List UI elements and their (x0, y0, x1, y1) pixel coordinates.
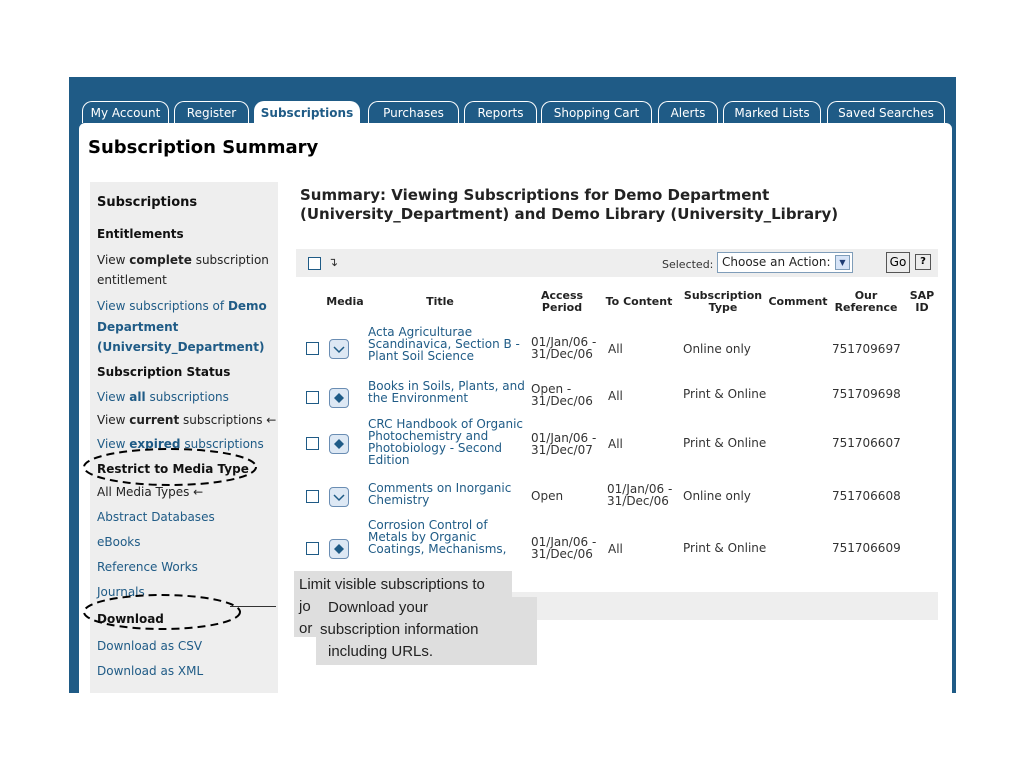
row-access-period: Open -31/Dec/06 (531, 382, 593, 408)
journal-icon (329, 339, 349, 359)
status-heading: Subscription Status (97, 365, 231, 379)
row-subscription-type: Print & Online (683, 387, 767, 401)
header-subscription-type: Subscription Type (683, 289, 763, 314)
media-type-heading: Restrict to Media Type (97, 462, 249, 476)
view-complete-link[interactable]: View complete subscription (97, 253, 269, 267)
tab-reports[interactable]: Reports (464, 101, 537, 123)
row-checkbox[interactable] (306, 437, 319, 450)
header-to-content: To Content (605, 295, 673, 308)
tab-my-account[interactable]: My Account (82, 101, 169, 123)
row-to-content: All (608, 342, 623, 356)
download-csv-link[interactable]: Download as CSV (97, 639, 202, 653)
row-checkbox[interactable] (306, 490, 319, 503)
sidebar-heading: Subscriptions (97, 195, 198, 210)
view-complete-link-cont[interactable]: entitlement (97, 273, 167, 287)
header-access-period: Access Period (540, 289, 584, 314)
row-title-link[interactable]: Corrosion Control of Metals by Organic Coa… (368, 519, 506, 555)
selected-label: Selected: (662, 258, 714, 271)
journal-icon (329, 487, 349, 507)
tab-purchases[interactable]: Purchases (368, 101, 459, 123)
media-journals-link[interactable]: Journals (97, 585, 145, 599)
header-title: Title (426, 295, 454, 308)
row-access-period: 01/Jan/06 -31/Dec/06 (531, 535, 597, 561)
row-to-content: All (608, 389, 623, 403)
media-all-link[interactable]: All Media Types ← (97, 485, 203, 499)
row-title-link[interactable]: Acta Agriculturae Scandinavica, Section B… (368, 326, 520, 362)
row-checkbox[interactable] (306, 342, 319, 355)
page-title: Subscription Summary (88, 137, 319, 158)
row-checkbox[interactable] (306, 391, 319, 404)
row-to-content: All (608, 542, 623, 556)
row-title-link[interactable]: Books in Soils, Plants, and the Environme… (368, 380, 525, 404)
help-button[interactable]: ? (915, 254, 931, 270)
book-icon (329, 434, 349, 454)
download-callout: Download your subscription information i… (316, 597, 537, 665)
select-arrow-icon: ↴ (328, 255, 339, 269)
download-xml-link[interactable]: Download as XML (97, 664, 203, 678)
media-ebooks-link[interactable]: eBooks (97, 535, 141, 549)
book-icon (329, 388, 349, 408)
book-icon (329, 539, 349, 559)
select-all-checkbox[interactable] (308, 257, 321, 270)
view-subs-of-link-cont[interactable]: Department (97, 320, 178, 334)
tab-shopping-cart[interactable]: Shopping Cart (541, 101, 652, 123)
row-title-link[interactable]: Comments on Inorganic Chemistry (368, 482, 511, 506)
header-sap-id: SAP ID (909, 289, 935, 314)
row-subscription-type: Online only (683, 489, 751, 503)
go-button[interactable]: Go (886, 252, 910, 273)
row-reference: 751706608 (832, 489, 901, 503)
media-abstract-link[interactable]: Abstract Databases (97, 510, 215, 524)
header-comment: Comment (768, 295, 828, 308)
tab-marked-lists[interactable]: Marked Lists (723, 101, 821, 123)
view-subs-of-link-cont2[interactable]: (University_Department) (97, 340, 264, 354)
row-subscription-type: Print & Online (683, 541, 767, 555)
row-subscription-type: Print & Online (683, 436, 767, 450)
header-media: Media (326, 295, 364, 308)
row-access-period: 01/Jan/06 -31/Dec/06 (531, 335, 597, 361)
download-heading: Download (97, 612, 164, 626)
header-our-reference: Our Reference (834, 289, 898, 314)
row-reference: 751706607 (832, 436, 901, 450)
entitlements-heading: Entitlements (97, 227, 184, 241)
row-subscription-type: Online only (683, 342, 751, 356)
tab-subscriptions[interactable]: Subscriptions (254, 101, 360, 125)
row-reference: 751706609 (832, 541, 901, 555)
tab-saved-searches[interactable]: Saved Searches (827, 101, 945, 123)
view-expired-link[interactable]: View expired subscriptions (97, 437, 264, 451)
sidebar-divider (230, 606, 276, 607)
tab-register[interactable]: Register (174, 101, 249, 123)
row-access-period: Open (531, 489, 564, 503)
view-all-link[interactable]: View all subscriptions (97, 390, 229, 404)
view-current-link[interactable]: View current subscriptions ← (97, 413, 276, 427)
action-select[interactable]: Choose an Action: ▼ (717, 252, 853, 273)
view-subs-of-link[interactable]: View subscriptions of Demo (97, 299, 267, 313)
row-reference: 751709698 (832, 387, 901, 401)
row-to-content: 01/Jan/06 -31/Dec/06 (607, 482, 673, 508)
row-reference: 751709697 (832, 342, 901, 356)
row-checkbox[interactable] (306, 542, 319, 555)
chevron-down-icon: ▼ (835, 255, 850, 270)
row-title-link[interactable]: CRC Handbook of Organic Photochemistry an… (368, 418, 523, 466)
row-access-period: 01/Jan/06 -31/Dec/07 (531, 431, 597, 457)
summary-title: Summary: Viewing Subscriptions for Demo … (300, 186, 839, 223)
tab-alerts[interactable]: Alerts (658, 101, 718, 123)
row-to-content: All (608, 437, 623, 451)
media-reference-link[interactable]: Reference Works (97, 560, 198, 574)
